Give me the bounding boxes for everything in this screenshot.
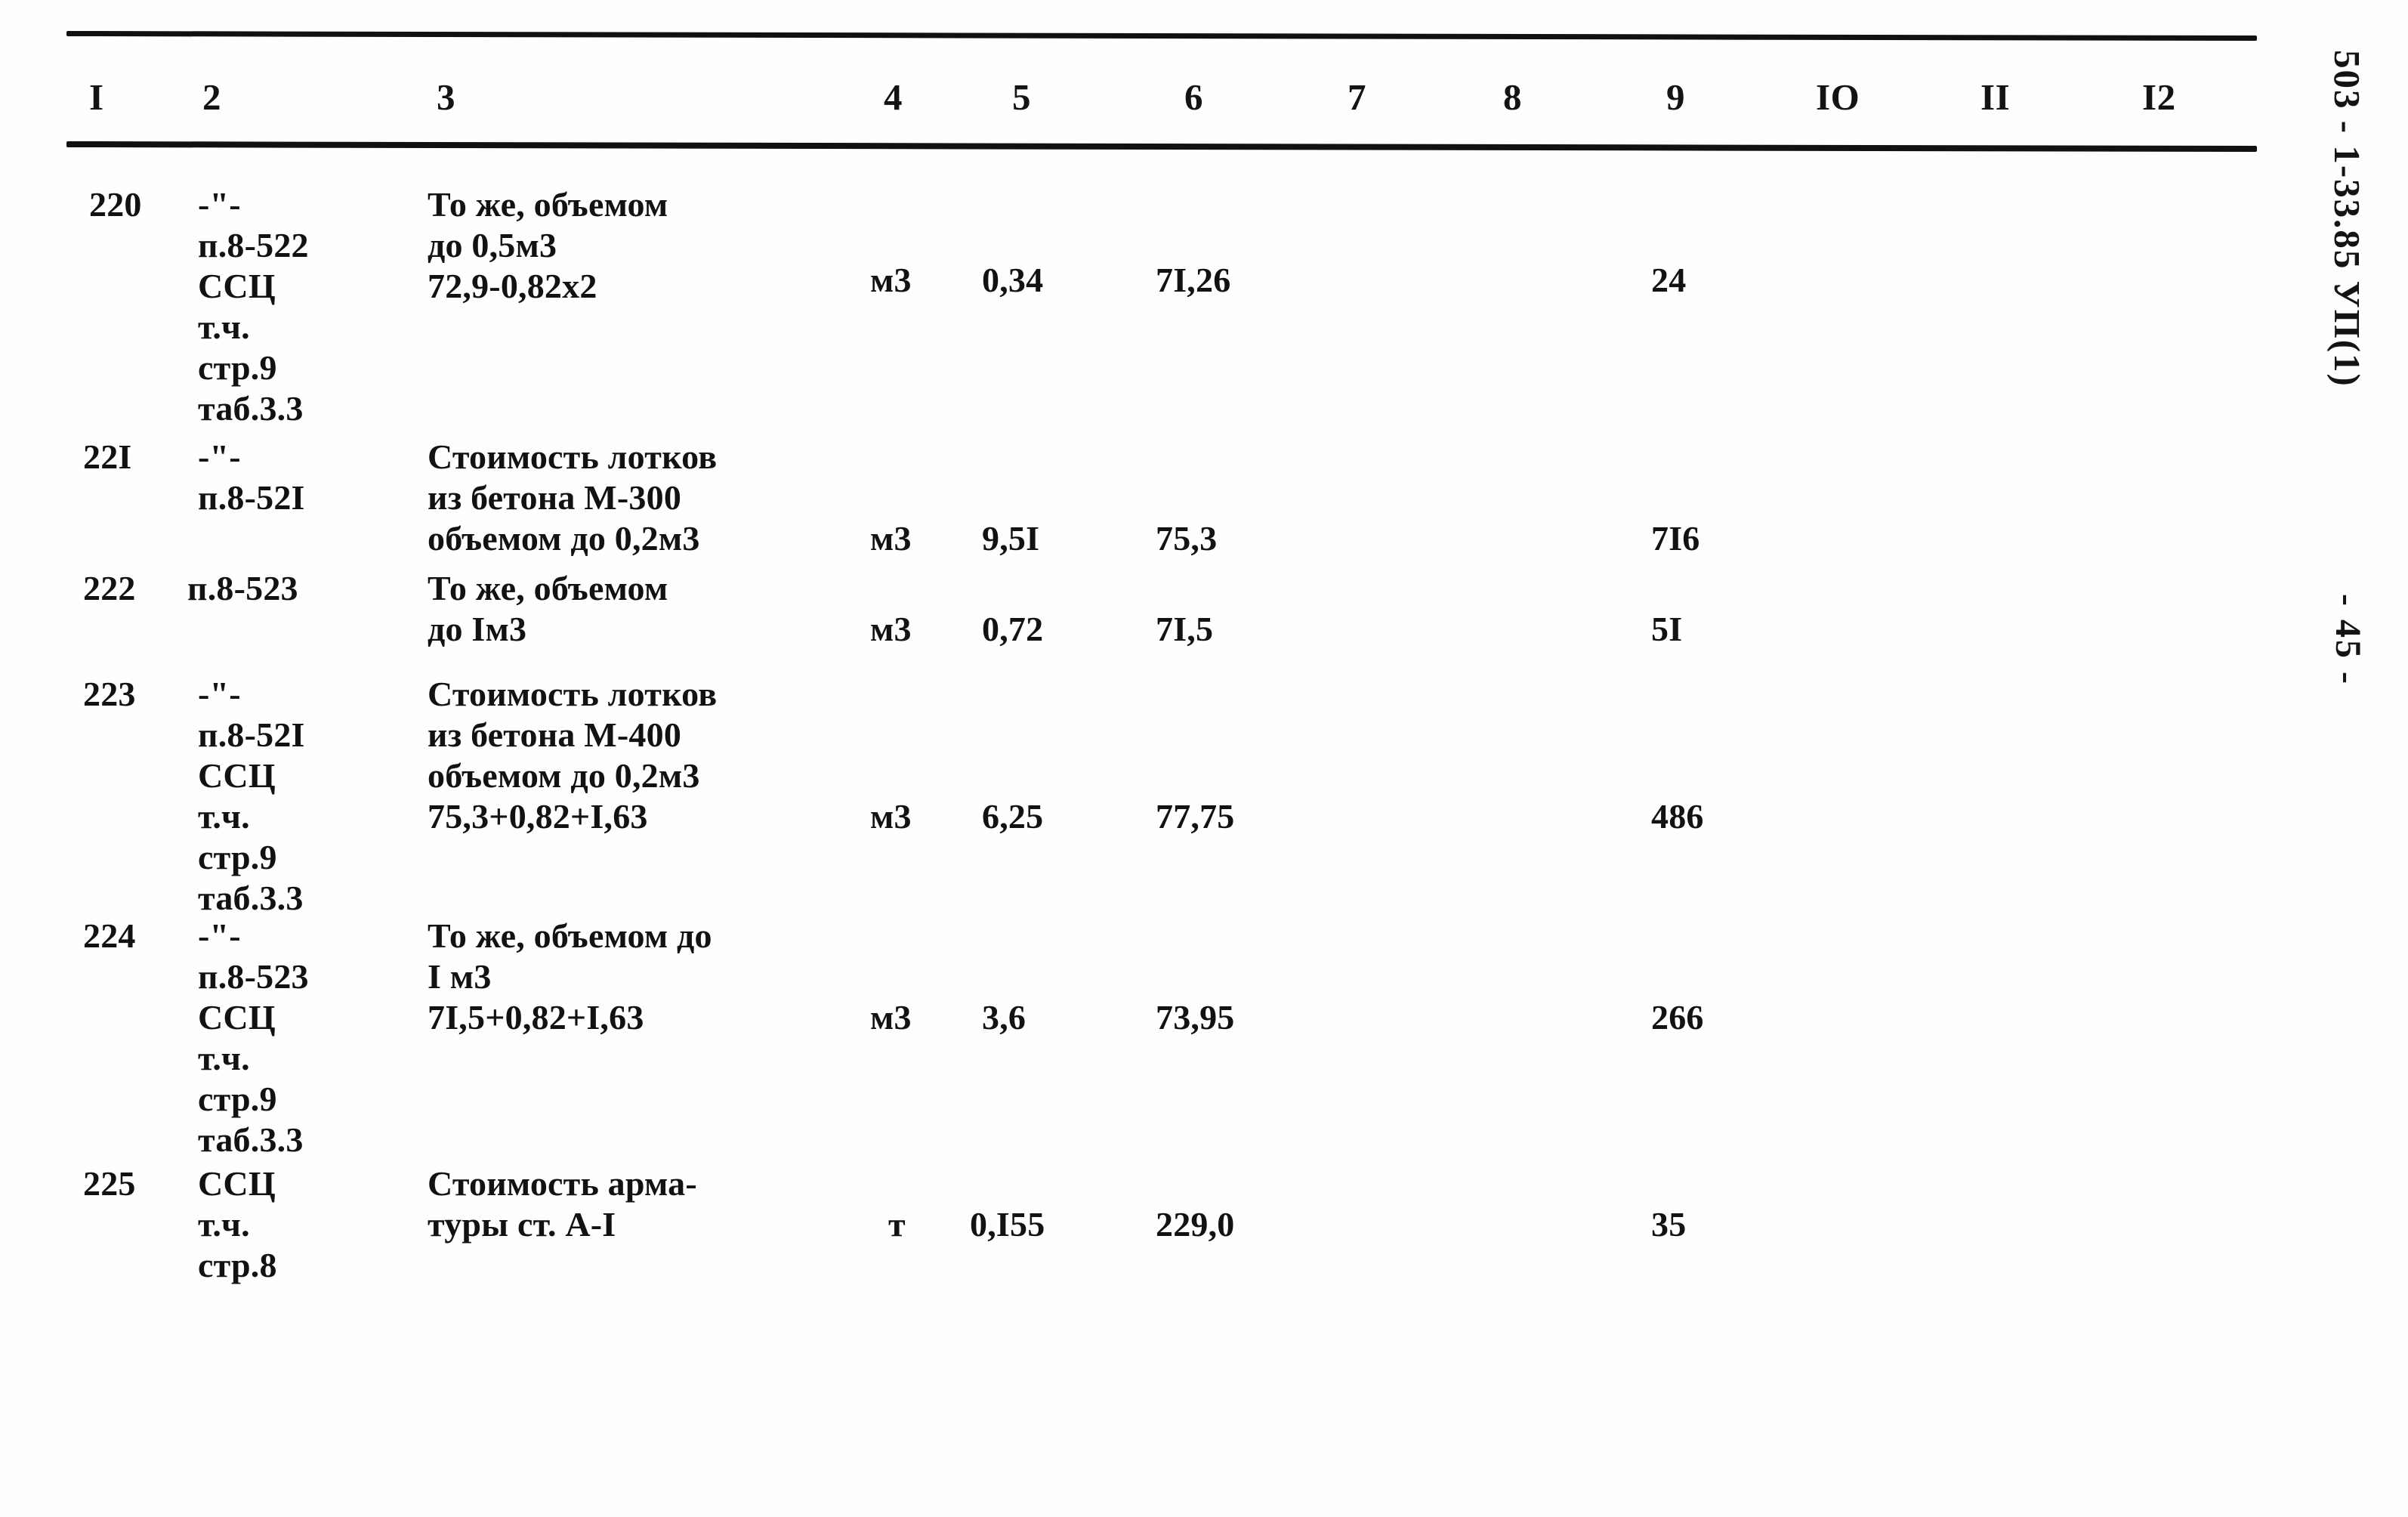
row-unit: м3 [870, 998, 912, 1037]
row-number: 220 [89, 185, 142, 224]
table-row: 22I -"- п.8-52I Стоимость лотков из бето… [0, 437, 2408, 580]
row-total: 7I6 [1651, 519, 1700, 558]
row-price: 7I,5 [1156, 610, 1214, 648]
row-description: То же, объемом до Iм3 [428, 569, 668, 648]
row-qty: 3,6 [982, 998, 1026, 1037]
margin-document-code-text: 503 - 1-33.85 УП(1) [2326, 50, 2368, 388]
table-row: 225 ССЦ т.ч. стр.8 Стоимость арма- туры … [0, 1163, 2408, 1307]
row-description: Стоимость лотков из бетона М-300 объемом… [428, 437, 718, 558]
row-justification: ССЦ т.ч. стр.8 [198, 1164, 277, 1284]
scanned-page: I 2 3 4 5 6 7 8 9 IO II I2 220 -"- п.8-5… [0, 0, 2408, 1517]
row-total: 24 [1651, 261, 1687, 299]
row-number: 222 [83, 569, 136, 607]
row-price: 73,95 [1156, 998, 1235, 1037]
row-price: 7I,26 [1156, 261, 1231, 299]
row-number: 223 [83, 675, 136, 713]
row-justification: -"- п.8-52I ССЦ т.ч. стр.9 таб.3.3 [198, 675, 305, 917]
row-justification: -"- п.8-523 ССЦ т.ч. стр.9 таб.3.3 [198, 916, 309, 1159]
row-total: 35 [1651, 1205, 1687, 1244]
margin-document-code: 503 - 1-33.85 УП(1) [2296, 45, 2387, 574]
row-total: 266 [1651, 998, 1704, 1037]
table-row: 222 п.8-523 То же, объемом до Iм3 м3 0,7… [0, 568, 2408, 666]
row-qty: 9,5I [982, 519, 1040, 558]
margin-page-number: - 45 - [2296, 589, 2387, 831]
row-unit: м3 [870, 610, 912, 648]
table-row: 223 -"- п.8-52I ССЦ т.ч. стр.9 таб.3.3 С… [0, 674, 2408, 917]
row-justification: п.8-523 [187, 569, 298, 607]
row-total: 486 [1651, 797, 1704, 836]
row-unit: т [888, 1205, 906, 1244]
margin-page-number-text: - 45 - [2328, 594, 2368, 686]
row-qty: 0,72 [982, 610, 1044, 648]
row-justification: -"- п.8-522 ССЦ т.ч. стр.9 таб.3.3 [198, 185, 309, 428]
table-body: 220 -"- п.8-522 ССЦ т.ч. стр.9 таб.3.3 Т… [0, 0, 2408, 1517]
table-row: 220 -"- п.8-522 ССЦ т.ч. стр.9 таб.3.3 Т… [0, 184, 2408, 428]
row-unit: м3 [870, 261, 912, 299]
row-price: 77,75 [1156, 797, 1235, 836]
row-description: То же, объемом до 0,5м3 72,9-0,82х2 [428, 185, 668, 305]
row-number: 22I [83, 437, 132, 476]
row-justification: -"- п.8-52I [198, 437, 305, 517]
row-number: 225 [83, 1164, 136, 1203]
row-qty: 0,I55 [970, 1205, 1045, 1244]
row-price: 229,0 [1156, 1205, 1235, 1244]
row-unit: м3 [870, 797, 912, 836]
row-qty: 6,25 [982, 797, 1044, 836]
row-price: 75,3 [1156, 519, 1218, 558]
row-number: 224 [83, 916, 136, 955]
row-description: То же, объемом до I м3 7I,5+0,82+I,63 [428, 916, 712, 1037]
row-description: Стоимость лотков из бетона М-400 объемом… [428, 675, 718, 836]
table-row: 224 -"- п.8-523 ССЦ т.ч. стр.9 таб.3.3 Т… [0, 916, 2408, 1159]
row-unit: м3 [870, 519, 912, 558]
row-qty: 0,34 [982, 261, 1044, 299]
row-description: Стоимость арма- туры ст. А-I [428, 1164, 697, 1244]
row-total: 5I [1651, 610, 1683, 648]
